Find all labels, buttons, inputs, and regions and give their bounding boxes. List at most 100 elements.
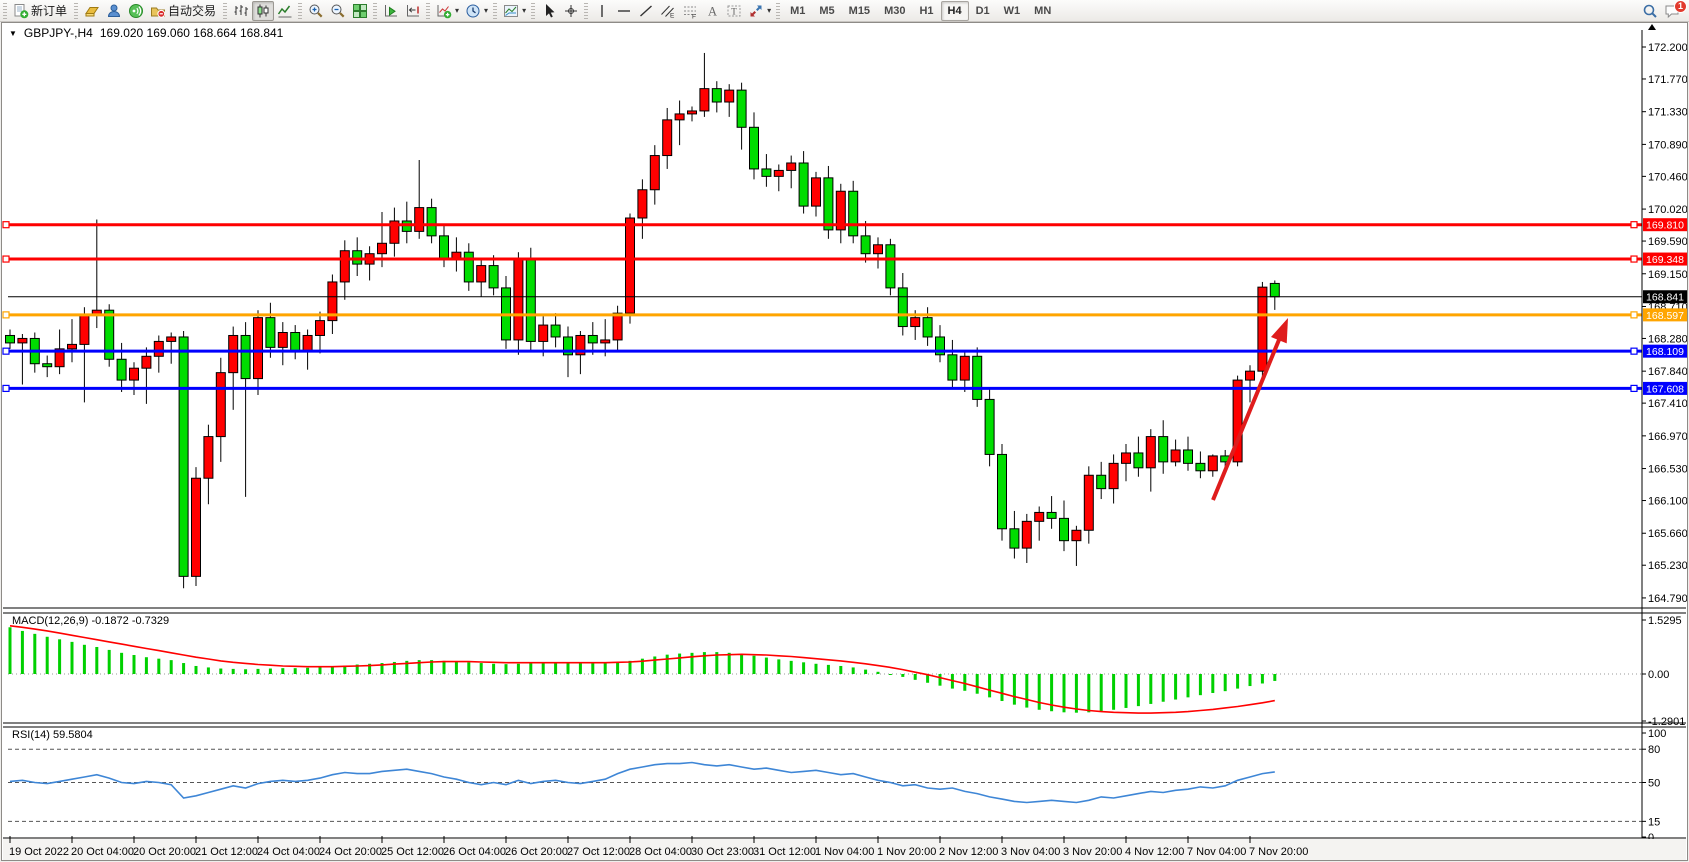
candle-body: [340, 251, 349, 282]
price-axis-label: 170.460: [1648, 171, 1687, 183]
candle-body: [1159, 437, 1168, 462]
candlestick-button[interactable]: [252, 1, 274, 21]
line-anchor-handle[interactable]: [1631, 256, 1637, 262]
fibonacci-button[interactable]: F: [679, 1, 701, 21]
indicators-button[interactable]: ▾: [433, 1, 462, 21]
signals-button[interactable]: [125, 1, 147, 21]
macd-axis-label: 1.5295: [1648, 615, 1682, 627]
macd-histogram-bar: [455, 662, 458, 674]
line-anchor-handle[interactable]: [1631, 312, 1637, 318]
text-label-button[interactable]: T: [723, 1, 745, 21]
macd-histogram-bar: [1149, 674, 1152, 704]
time-axis-label: 24 Oct 20:00: [319, 846, 382, 858]
candle-body: [1171, 450, 1180, 462]
macd-histogram-bar: [827, 665, 830, 674]
chart-window[interactable]: ▼ GBPJPY-,H4 169.020 169.060 168.664 168…: [1, 22, 1688, 861]
candle-body: [254, 318, 263, 379]
chart-canvas[interactable]: 1.52950.00-1.2901MACD(12,26,9) -0.1872 -…: [2, 23, 1687, 860]
timeframe-w1-button[interactable]: W1: [997, 1, 1028, 21]
timeframe-h4-button[interactable]: H4: [941, 1, 969, 21]
line-anchor-handle[interactable]: [1631, 385, 1637, 391]
macd-histogram-bar: [579, 663, 582, 674]
charts-button[interactable]: [81, 1, 103, 21]
price-axis[interactable]: 172.200171.770171.330170.890170.460170.0…: [1642, 42, 1687, 605]
timeframe-h1-button[interactable]: H1: [912, 1, 940, 21]
mt4-application: { "toolbar": { "groups": [ {"items":[{"i…: [0, 0, 1689, 862]
macd-histogram-bar: [653, 656, 656, 674]
line-chart-button[interactable]: [274, 1, 296, 21]
line-anchor-handle[interactable]: [3, 312, 9, 318]
line-anchor-handle[interactable]: [1631, 222, 1637, 228]
auto-scroll-button[interactable]: [380, 1, 402, 21]
line-anchor-handle[interactable]: [1631, 348, 1637, 354]
macd-histogram-bar: [157, 659, 160, 674]
trendline-button[interactable]: [635, 1, 657, 21]
timeframe-mn-button[interactable]: MN: [1027, 1, 1058, 21]
candle-body: [452, 252, 461, 258]
candle-body: [539, 325, 548, 341]
timeframe-m5-button[interactable]: M5: [812, 1, 841, 21]
timeframe-d1-button[interactable]: D1: [969, 1, 997, 21]
cursor-button[interactable]: [538, 1, 560, 21]
candle-body: [1035, 512, 1044, 521]
macd-histogram-bar: [616, 662, 619, 674]
candle-body: [464, 252, 473, 282]
rsi-axis-label: 50: [1648, 778, 1660, 790]
zoom-in-button[interactable]: [305, 1, 327, 21]
macd-histogram-bar: [765, 658, 768, 674]
tile-windows-button[interactable]: [349, 1, 371, 21]
auto-trading-button[interactable]: 自动交易: [147, 1, 221, 21]
macd-histogram-bar: [740, 654, 743, 674]
bar-chart-button[interactable]: [230, 1, 252, 21]
timeframe-m15-button[interactable]: M15: [842, 1, 877, 21]
trend-arrow-object[interactable]: [1213, 318, 1288, 500]
arrows-button[interactable]: ▾: [745, 1, 774, 21]
candle-body: [663, 120, 672, 156]
macd-histogram-bar: [604, 663, 607, 674]
candle-body: [192, 478, 201, 576]
rsi-axis-label: 100: [1648, 728, 1666, 740]
chart-shift-icon: [405, 3, 421, 19]
macd-histogram-bar: [728, 653, 731, 674]
line-anchor-handle[interactable]: [3, 348, 9, 354]
search-button[interactable]: [1639, 1, 1661, 21]
line-anchor-handle[interactable]: [3, 385, 9, 391]
candle-body: [316, 321, 325, 336]
crosshair-button[interactable]: [560, 1, 582, 21]
candle-body: [551, 325, 560, 337]
candle-body: [1060, 518, 1069, 540]
candle-body: [960, 356, 969, 380]
price-axis-label: 171.330: [1648, 107, 1687, 119]
timeframe-m30-button[interactable]: M30: [877, 1, 912, 21]
time-axis[interactable]: 19 Oct 202220 Oct 04:0020 Oct 20:0021 Oc…: [3, 836, 1686, 860]
line-anchor-handle[interactable]: [3, 256, 9, 262]
candle-body: [861, 236, 870, 254]
macd-histogram-bar: [1100, 674, 1103, 711]
templates-button[interactable]: ▾: [500, 1, 529, 21]
price-tag-label: 167.608: [1646, 383, 1684, 395]
vertical-line-button[interactable]: [591, 1, 613, 21]
profile-button[interactable]: [103, 1, 125, 21]
zoom-out-button[interactable]: [327, 1, 349, 21]
toolbar-grip: [426, 3, 430, 19]
macd-histogram-bar: [46, 637, 49, 674]
candle-body: [762, 169, 771, 176]
toolbar-grip: [3, 3, 7, 19]
time-axis-label: 27 Oct 12:00: [567, 846, 630, 858]
chart-shift-button[interactable]: [402, 1, 424, 21]
chevron-down-icon: ▾: [767, 6, 771, 15]
main-chart-panel: [3, 53, 1642, 588]
equidistant-channel-button[interactable]: E: [657, 1, 679, 21]
periods-button[interactable]: ▾: [462, 1, 491, 21]
macd-histogram-bar: [529, 663, 532, 674]
timeframe-m1-button[interactable]: M1: [783, 1, 812, 21]
text-button[interactable]: A: [701, 1, 723, 21]
new-order-button[interactable]: 新订单: [10, 1, 72, 21]
line-anchor-handle[interactable]: [3, 222, 9, 228]
horizontal-line-button[interactable]: [613, 1, 635, 21]
candle-body: [514, 258, 523, 340]
notifications-button[interactable]: 1: [1661, 1, 1683, 21]
symbol-dropdown-icon[interactable]: ▼: [9, 29, 17, 38]
trend-arrow-line[interactable]: [1213, 336, 1280, 500]
price-axis-label: 170.890: [1648, 139, 1687, 151]
